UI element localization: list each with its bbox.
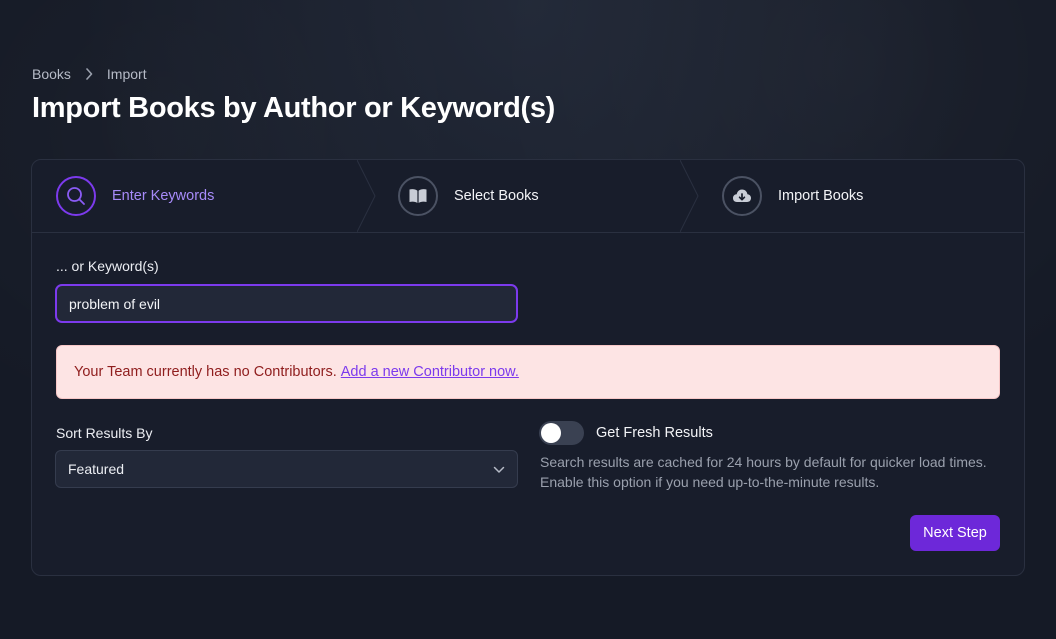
cloud-download-icon [722,176,762,216]
import-card: Enter Keywords Select Books Import Books… [31,159,1025,576]
breadcrumb-books-link[interactable]: Books [32,66,71,82]
step-import-books[interactable]: Import Books [722,160,863,232]
progress-steps: Enter Keywords Select Books Import Books [32,160,1024,233]
step-divider [679,160,700,233]
keywords-input[interactable] [55,284,518,323]
step-label: Select Books [454,188,539,204]
next-step-button[interactable]: Next Step [910,515,1000,551]
fresh-results-label: Get Fresh Results [596,425,713,441]
chevron-right-icon [85,68,93,80]
no-contributors-alert: Your Team currently has no Contributors.… [56,345,1000,399]
alert-message: Your Team currently has no Contributors. [74,364,337,380]
chevron-down-icon [493,461,505,477]
sort-selected-value: Featured [68,461,125,477]
sort-select[interactable]: Featured [55,450,518,488]
page-title: Import Books by Author or Keyword(s) [32,92,556,124]
step-label: Import Books [778,188,864,204]
breadcrumb-import: Import [106,66,147,82]
step-divider [356,160,377,233]
breadcrumb: Books Import [32,66,147,82]
step-label: Enter Keywords [112,188,215,204]
book-open-icon [398,176,438,216]
search-icon [56,176,96,216]
sort-label: Sort Results By [56,425,153,441]
fresh-results-help: Search results are cached for 24 hours b… [540,454,987,490]
add-contributor-link[interactable]: Add a new Contributor now. [341,364,519,380]
keywords-label: ... or Keyword(s) [56,258,159,274]
fresh-results-toggle[interactable] [539,421,584,445]
toggle-knob [541,423,561,443]
step-select-books[interactable]: Select Books [398,160,539,232]
step-enter-keywords[interactable]: Enter Keywords [56,160,214,232]
